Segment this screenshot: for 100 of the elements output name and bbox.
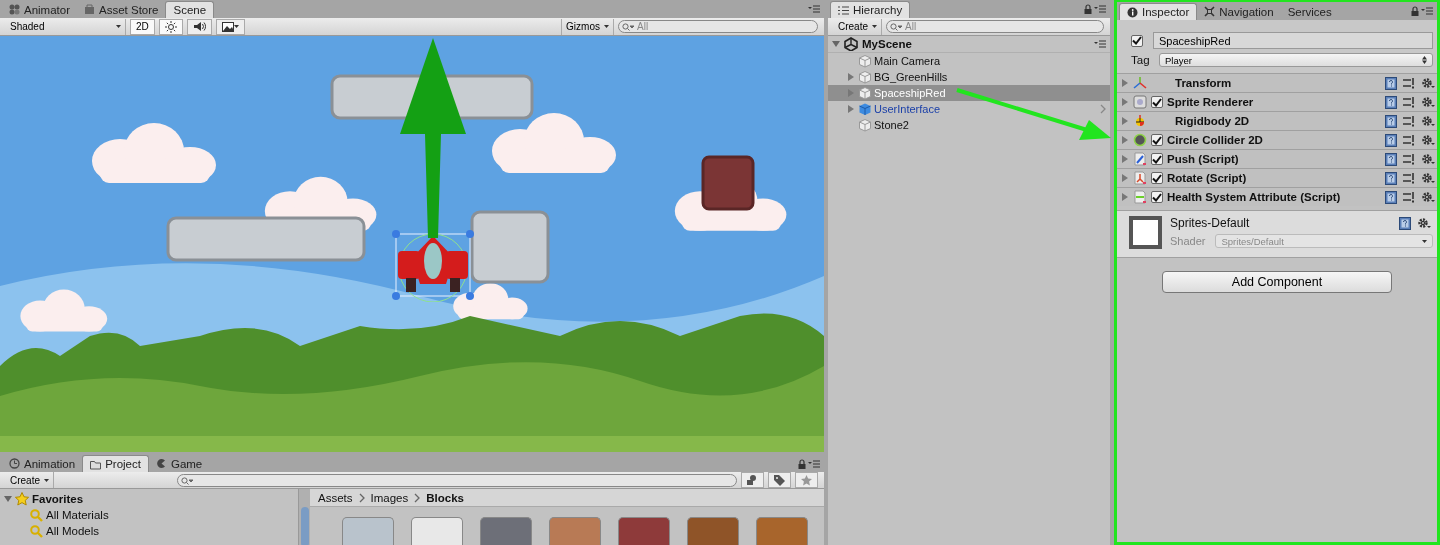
help-book-icon[interactable]: [1385, 114, 1397, 128]
expand-arrow-icon[interactable]: [1121, 98, 1129, 106]
component-checkbox[interactable]: [1151, 96, 1163, 108]
shading-dropdown[interactable]: Shaded: [6, 18, 126, 35]
scrollbar-thumb[interactable]: [301, 507, 309, 545]
panel-tab[interactable]: Animator: [2, 1, 78, 18]
panel-tab[interactable]: Scene: [165, 1, 215, 18]
sliders-icon[interactable]: [1403, 96, 1415, 108]
sliders-icon[interactable]: [1403, 134, 1415, 146]
panel-tab[interactable]: Hierarchy: [830, 1, 911, 18]
lock-icon[interactable]: [1084, 4, 1092, 14]
sliders-icon[interactable]: [1403, 191, 1415, 203]
help-book-icon[interactable]: [1385, 95, 1397, 109]
help-book-icon[interactable]: [1385, 171, 1397, 185]
tag-dropdown[interactable]: Player: [1159, 53, 1433, 67]
sliders-icon[interactable]: [1403, 115, 1415, 127]
filter-type-button[interactable]: [741, 472, 764, 488]
settings-icon[interactable]: [1421, 191, 1435, 203]
panel-tab[interactable]: Project: [82, 455, 149, 472]
favorite-item[interactable]: All Materials: [46, 509, 109, 521]
asset-thumbnail[interactable]: [342, 517, 394, 545]
help-book-icon[interactable]: [1385, 133, 1397, 147]
scrollbar[interactable]: [298, 489, 310, 545]
panel-tab[interactable]: Game: [148, 455, 210, 472]
component-title[interactable]: Push (Script): [1167, 153, 1381, 165]
collapse-arrow-icon[interactable]: [4, 495, 12, 503]
favorites-label[interactable]: Favorites: [32, 493, 84, 505]
breadcrumb-link[interactable]: Assets: [318, 491, 353, 504]
gizmos-dropdown[interactable]: Gizmos: [561, 18, 614, 35]
lock-icon[interactable]: [1411, 6, 1419, 16]
expand-arrow-icon[interactable]: [1121, 193, 1129, 201]
expand-arrow-icon[interactable]: [847, 73, 855, 81]
active-checkbox[interactable]: [1131, 34, 1143, 47]
settings-icon[interactable]: [1421, 115, 1435, 127]
help-book-icon[interactable]: [1385, 152, 1397, 166]
asset-thumbnail[interactable]: [411, 517, 463, 545]
create-dropdown[interactable]: Create: [834, 18, 882, 35]
expand-arrow-icon[interactable]: [1121, 155, 1129, 163]
component-title[interactable]: Rigidbody 2D: [1151, 115, 1381, 127]
settings-icon[interactable]: [1421, 77, 1435, 89]
scene-search-field[interactable]: All: [618, 20, 818, 33]
scene-name[interactable]: MyScene: [862, 38, 912, 50]
lighting-toggle[interactable]: [158, 18, 183, 35]
settings-icon[interactable]: [1421, 172, 1435, 184]
panel-tab[interactable]: Asset Store: [77, 1, 166, 18]
filter-label-button[interactable]: [768, 472, 791, 488]
menu-icon[interactable]: [808, 460, 820, 468]
menu-icon[interactable]: [1094, 5, 1106, 13]
audio-toggle[interactable]: [186, 18, 212, 35]
add-component-button[interactable]: Add Component: [1162, 271, 1392, 293]
asset-thumbnail[interactable]: [618, 517, 670, 545]
asset-thumbnail[interactable]: [480, 517, 532, 545]
hierarchy-item[interactable]: BG_GreenHills: [828, 69, 1110, 85]
component-checkbox[interactable]: [1151, 134, 1163, 146]
create-dropdown[interactable]: Create: [6, 472, 54, 488]
component-checkbox[interactable]: [1151, 153, 1163, 165]
mode-2d-toggle[interactable]: 2D: [130, 18, 155, 35]
component-title[interactable]: Sprite Renderer: [1167, 96, 1381, 108]
expand-arrow-icon[interactable]: [1121, 117, 1129, 125]
settings-icon[interactable]: [1421, 134, 1435, 146]
asset-thumbnail[interactable]: [549, 517, 601, 545]
component-title[interactable]: Circle Collider 2D: [1167, 134, 1381, 146]
effects-dropdown[interactable]: [215, 18, 245, 35]
settings-icon[interactable]: [1421, 153, 1435, 165]
settings-icon[interactable]: [1421, 96, 1435, 108]
hierarchy-item[interactable]: UserInterface: [828, 101, 1110, 117]
lock-icon[interactable]: [798, 459, 806, 469]
sliders-icon[interactable]: [1403, 172, 1415, 184]
panel-tab[interactable]: Services: [1280, 3, 1339, 20]
favorite-item[interactable]: All Models: [46, 525, 100, 537]
menu-icon[interactable]: [1421, 7, 1433, 15]
panel-tab[interactable]: Navigation: [1197, 3, 1281, 20]
breadcrumb-link[interactable]: Blocks: [426, 491, 464, 504]
component-title[interactable]: Transform: [1151, 77, 1381, 89]
expand-arrow-icon[interactable]: [1121, 174, 1129, 182]
panel-tab[interactable]: Animation: [2, 455, 83, 472]
expand-arrow-icon[interactable]: [1121, 79, 1129, 87]
asset-thumbnail[interactable]: [687, 517, 739, 545]
help-book-icon[interactable]: [1385, 76, 1397, 90]
help-book-icon[interactable]: [1385, 190, 1397, 204]
project-search-field[interactable]: [177, 473, 737, 487]
hierarchy-search-field[interactable]: All: [886, 20, 1104, 33]
breadcrumb-link[interactable]: Images: [370, 491, 409, 504]
component-title[interactable]: Rotate (Script): [1167, 172, 1381, 184]
settings-icon[interactable]: [1417, 217, 1431, 229]
component-checkbox[interactable]: [1151, 191, 1163, 203]
help-book-icon[interactable]: [1399, 216, 1411, 230]
menu-icon[interactable]: [808, 5, 820, 13]
sliders-icon[interactable]: [1403, 153, 1415, 165]
object-name-field[interactable]: SpaceshipRed: [1153, 32, 1433, 49]
collapse-arrow-icon[interactable]: [832, 40, 840, 48]
sliders-icon[interactable]: [1403, 77, 1415, 89]
component-checkbox[interactable]: [1151, 172, 1163, 184]
panel-tab[interactable]: Inspector: [1119, 3, 1198, 20]
hierarchy-item[interactable]: Main Camera: [828, 53, 1110, 69]
menu-icon[interactable]: [1094, 40, 1106, 48]
hierarchy-item[interactable]: Stone2: [828, 117, 1110, 133]
expand-arrow-icon[interactable]: [1121, 136, 1129, 144]
asset-thumbnail[interactable]: [756, 517, 808, 545]
expand-arrow-icon[interactable]: [847, 105, 855, 113]
